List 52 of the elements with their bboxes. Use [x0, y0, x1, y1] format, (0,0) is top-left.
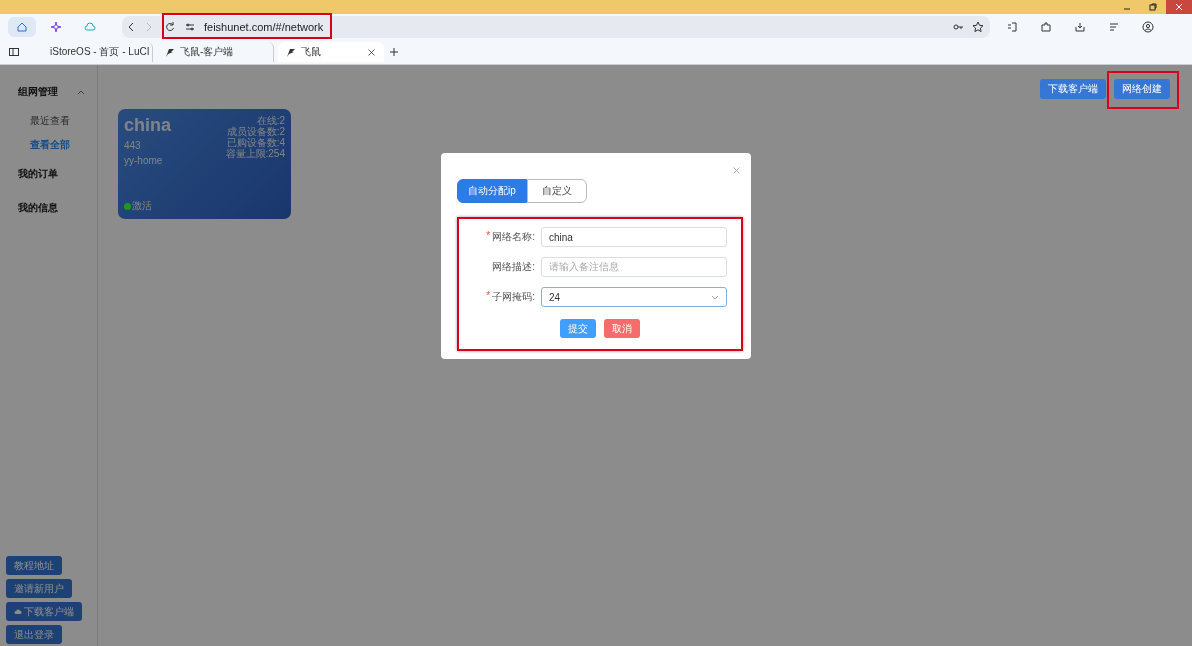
tune-icon [184, 21, 196, 33]
reading-list-icon[interactable] [1006, 21, 1018, 33]
bird-logo-icon [165, 47, 174, 57]
header-button[interactable]: 网络创建 [1114, 79, 1170, 99]
network-stat: 容量上限:254 [225, 148, 285, 159]
input-field[interactable]: china [541, 227, 727, 247]
bird-logo-icon [286, 47, 295, 57]
sidebar-button[interactable]: 退出登录 [6, 625, 62, 644]
menu-icon[interactable] [1108, 21, 1120, 33]
sidebar-subitem[interactable]: 最近查看 [0, 109, 97, 133]
sidebar-button[interactable]: 邀请新用户 [6, 579, 72, 598]
sidebar-item[interactable]: 组网管理 [0, 75, 97, 109]
chevron-down-icon [711, 294, 719, 300]
new-tab-icon[interactable] [388, 46, 400, 58]
network-stat: 已购设备数:4 [226, 137, 285, 148]
network-stat: 成员设备数:2 [226, 126, 285, 137]
download-icon[interactable] [1074, 21, 1086, 33]
network-port: 443 [124, 140, 142, 151]
star-icon[interactable] [972, 21, 984, 33]
sidebar-subitem[interactable]: 查看全部 [0, 133, 97, 157]
close-button[interactable] [1166, 0, 1192, 14]
browser-tab[interactable]: 飞鼠-客户端 [157, 42, 274, 62]
form-button[interactable]: 提交 [560, 319, 596, 338]
sidebar-button[interactable]: 下载客户端 [6, 602, 82, 621]
field-label: * 网络名称: [485, 230, 536, 244]
segment-tab[interactable]: 自定义 [526, 179, 587, 203]
browser-tab[interactable]: iStoreOS - 首页 - LuCI [36, 42, 153, 62]
form-button[interactable]: 取消 [604, 319, 640, 338]
restore-icon [1149, 3, 1157, 11]
close-tab-icon[interactable] [367, 47, 376, 57]
field-label: * 子网掩码: [485, 290, 536, 304]
status-text: 激活 [132, 199, 152, 213]
network-name: china [124, 115, 171, 136]
address-bar[interactable]: feishunet.com/#/network [158, 16, 990, 38]
close-icon [1175, 3, 1183, 11]
reload-icon[interactable] [164, 21, 176, 33]
input-field[interactable]: 请输入备注信息 [541, 257, 727, 277]
network-description: yy-home [124, 155, 164, 166]
segment-tab[interactable]: 自动分配ip [457, 179, 527, 203]
header-button[interactable]: 下载客户端 [1040, 79, 1106, 99]
sidebar-button[interactable]: 教程地址 [6, 556, 62, 575]
key-icon[interactable] [952, 21, 964, 33]
sidebar-item[interactable]: 我的订单 [0, 157, 97, 191]
cloud-icon [14, 608, 22, 615]
sidebar-icon[interactable] [8, 46, 20, 58]
sidebar-item[interactable]: 我的信息 [0, 191, 97, 225]
browser-tab[interactable]: 飞鼠 [278, 42, 384, 62]
network-card[interactable]: china 443 yy-home 在线:2 成员设备数:2 已购设备数:4 容量上限:254 激活 [118, 109, 291, 219]
field-label: 网络描述: [491, 260, 536, 274]
profile-icon[interactable] [1142, 21, 1154, 33]
select-field[interactable]: 24 [541, 287, 727, 307]
network-stat: 在线:2 [256, 115, 285, 126]
